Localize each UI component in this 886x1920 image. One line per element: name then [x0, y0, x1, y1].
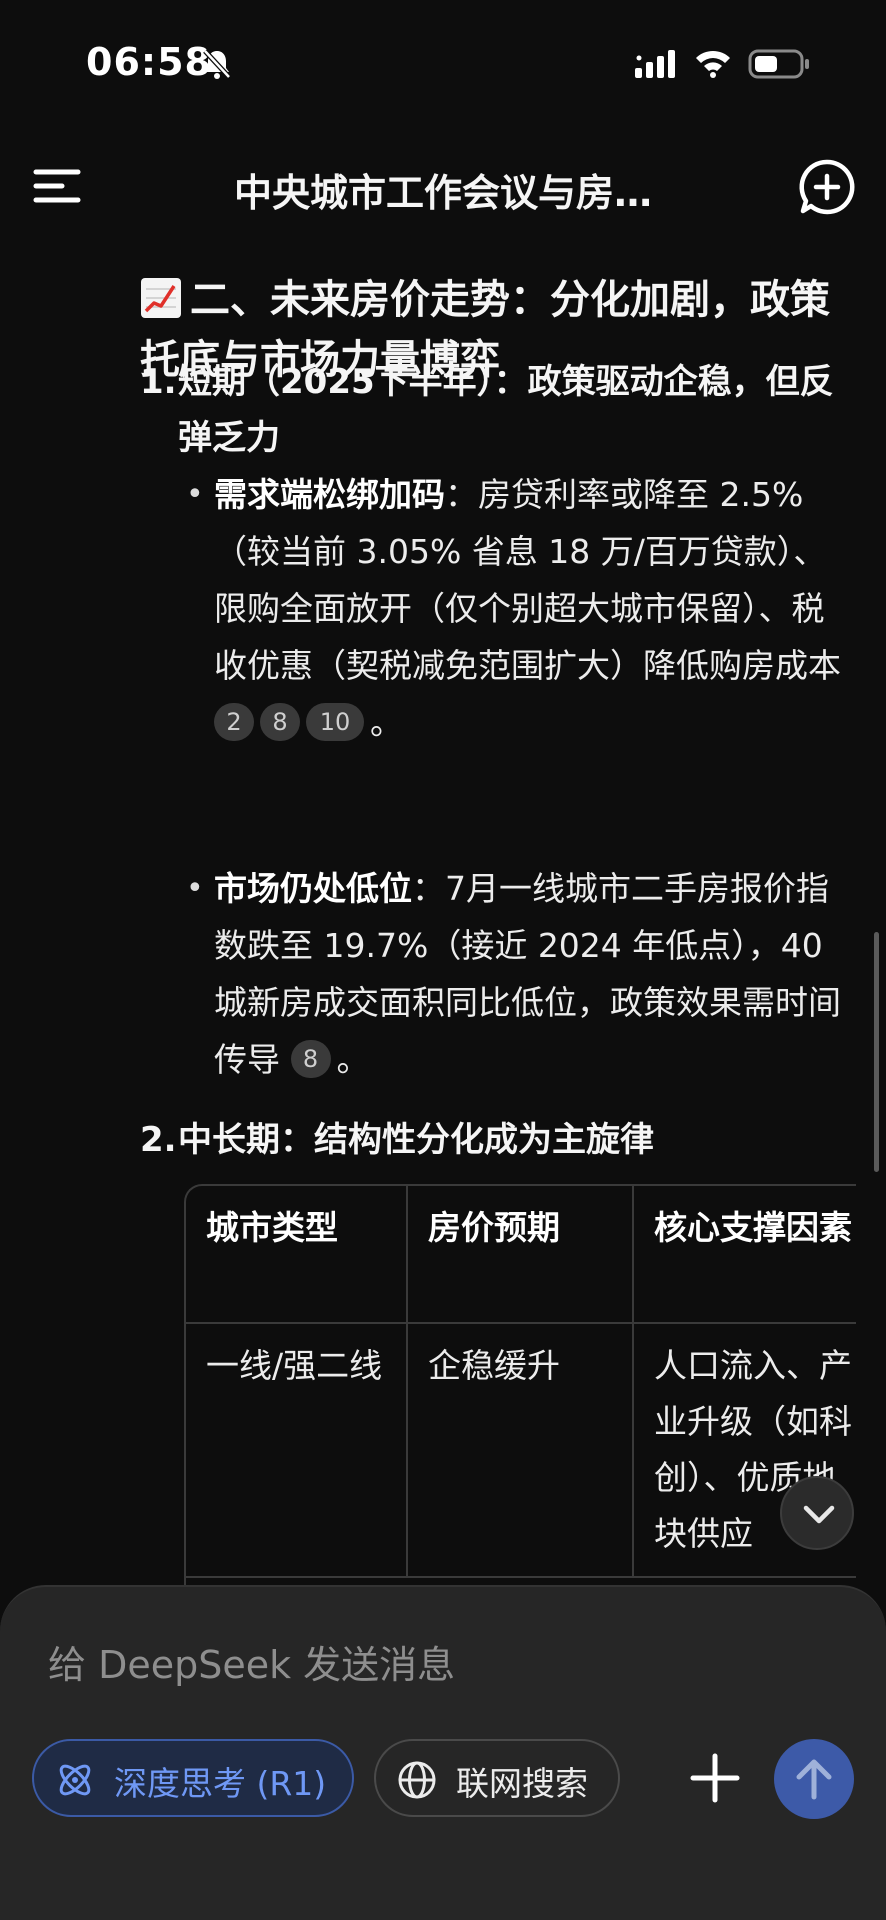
battery-icon — [748, 49, 809, 79]
scrollbar[interactable] — [874, 932, 879, 1172]
wifi-icon — [696, 50, 730, 78]
citation-badge[interactable]: 8 — [290, 1040, 331, 1078]
web-search-button[interactable]: 联网搜索 — [374, 1739, 620, 1817]
bullet-text: 需求端松绑加码：房贷利率或降至 2.5%（较当前 3.05% 省息 18 万/百… — [186, 466, 856, 751]
arrow-up-icon — [796, 1759, 832, 1800]
list-number: 2. — [140, 1120, 177, 1160]
status-time: 06:58 — [86, 40, 212, 84]
citation-badge[interactable]: 8 — [260, 703, 300, 741]
list-item-long-term: 2. 中长期：结构性分化成为主旋律 — [140, 1112, 855, 1168]
status-bar: 06:58 — [0, 0, 886, 130]
table-header-cell: 核心支撑因素 — [632, 1186, 856, 1324]
bell-muted-icon — [203, 49, 231, 79]
city-outlook-table[interactable]: 城市类型 房价预期 核心支撑因素 一线/强二线 企稳缓升 人口流入、产业升级（如… — [184, 1184, 856, 1590]
table-row: 一线/强二线 企稳缓升 人口流入、产业升级（如科创）、优质地块供应 — [186, 1322, 856, 1578]
bullet-bold: 需求端松绑加码 — [214, 475, 445, 514]
citation-badge[interactable]: 2 — [214, 703, 254, 741]
bullet-market-low: • 市场仍处低位：7月一线城市二手房报价指数跌至 19.7%（接近 2024 年… — [186, 860, 856, 1088]
new-chat-icon[interactable] — [798, 158, 856, 216]
bullet-dot: • — [186, 871, 204, 906]
deep-think-button[interactable]: 深度思考 (R1) — [32, 1739, 354, 1817]
list-item-title: 中长期：结构性分化成为主旋律 — [178, 1120, 654, 1160]
bullet-bold: 市场仍处低位 — [214, 869, 412, 908]
bullet-text: 市场仍处低位：7月一线城市二手房报价指数跌至 19.7%（接近 2024 年低点… — [186, 860, 856, 1088]
plus-icon[interactable] — [690, 1753, 740, 1803]
cellular-signal-icon — [635, 50, 675, 78]
bullet-end: 。 — [370, 703, 403, 742]
message-input[interactable] — [46, 1629, 840, 1701]
chat-header: 中央城市工作会议与房… — [0, 150, 886, 220]
chart-increasing-icon — [141, 278, 181, 318]
bullet-dot: • — [186, 477, 204, 512]
scroll-to-bottom-button[interactable] — [780, 1476, 854, 1550]
list-item-short-term: 1. 短期（2025下半年）：政策驱动企稳，但反弹乏力 — [140, 354, 855, 466]
bullet-end: 。 — [336, 1040, 370, 1079]
table: 城市类型 房价预期 核心支撑因素 一线/强二线 企稳缓升 人口流入、产业升级（如… — [186, 1186, 856, 1578]
list-item-title: 短期（2025下半年）：政策驱动企稳，但反弹乏力 — [178, 362, 834, 458]
chat-content[interactable]: 二、未来房价走势：分化加剧，政策托底与市场力量博弈 1. 短期（2025下半年）… — [0, 260, 886, 1590]
table-cell: 企稳缓升 — [406, 1322, 634, 1578]
globe-icon — [398, 1761, 436, 1799]
send-button[interactable] — [774, 1739, 854, 1819]
web-search-label: 联网搜索 — [456, 1764, 588, 1803]
atom-icon — [59, 1764, 91, 1796]
table-header-row: 城市类型 房价预期 核心支撑因素 — [186, 1186, 856, 1324]
composer-panel: 深度思考 (R1) 联网搜索 — [0, 1585, 886, 1920]
citation-badge[interactable]: 10 — [306, 703, 364, 741]
list-number: 1. — [140, 362, 177, 402]
table-header-cell: 房价预期 — [406, 1186, 634, 1324]
chevron-down-icon — [803, 1505, 835, 1524]
chat-title[interactable]: 中央城市工作会议与房… — [130, 162, 756, 217]
deep-think-label: 深度思考 (R1) — [114, 1764, 327, 1803]
bullet-demand-easing: • 需求端松绑加码：房贷利率或降至 2.5%（较当前 3.05% 省息 18 万… — [186, 466, 856, 751]
table-header-cell: 城市类型 — [186, 1186, 408, 1324]
table-cell: 一线/强二线 — [186, 1322, 408, 1578]
menu-icon[interactable] — [32, 164, 82, 208]
